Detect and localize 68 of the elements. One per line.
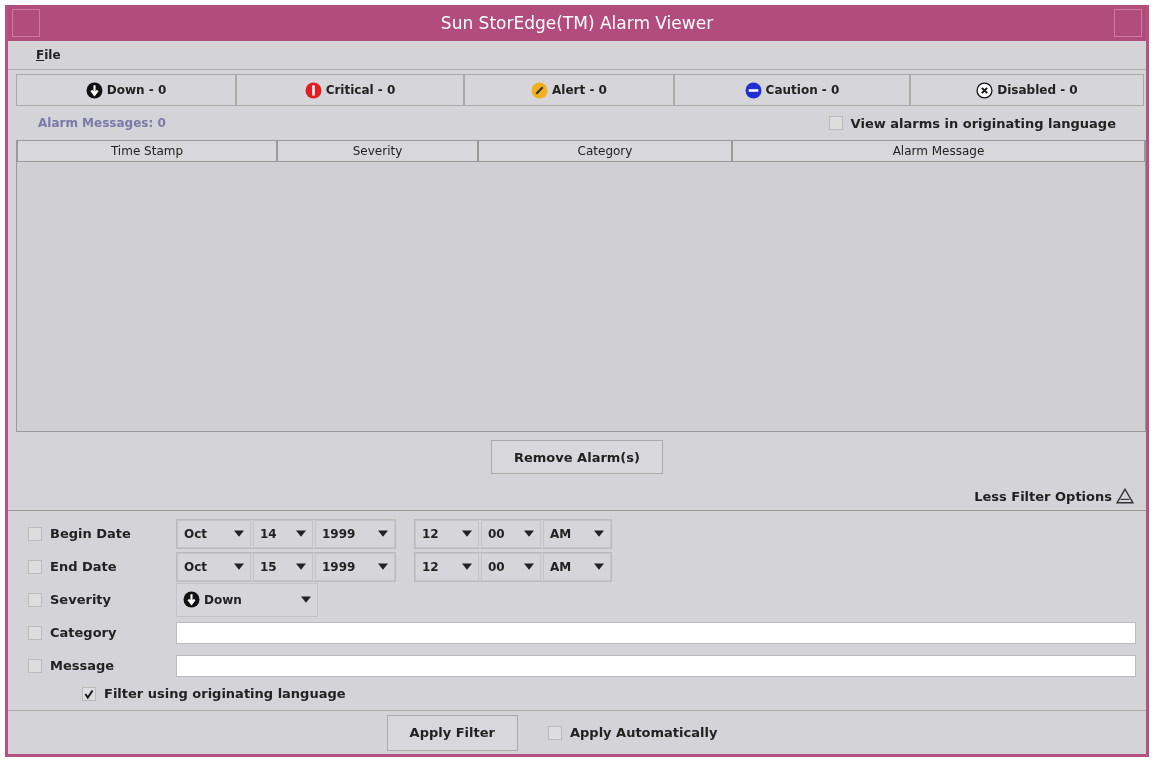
minus-icon	[744, 81, 762, 99]
checkbox[interactable]	[547, 725, 562, 740]
filter-label: Begin Date	[50, 526, 132, 541]
filter-label: Severity	[50, 592, 113, 607]
dropdown[interactable]: 12	[415, 552, 479, 581]
less-options-link[interactable]: Less Filter Options	[974, 488, 1112, 504]
menu-item[interactable]: File	[32, 46, 65, 64]
remove-button[interactable]: Remove Alarm(s)	[491, 440, 663, 474]
caret-icon	[524, 530, 534, 537]
severity-button[interactable]: Down - 0	[16, 74, 236, 106]
input-field[interactable]	[176, 654, 1136, 677]
filter-label: End Date	[50, 559, 118, 574]
down-icon	[183, 591, 200, 608]
checkbox[interactable]	[28, 559, 42, 574]
alarm-count: Alarm Messages: 0	[38, 116, 166, 130]
severity-button[interactable]: Critical - 0	[236, 74, 464, 106]
caret-icon	[378, 530, 388, 537]
caret-icon	[524, 563, 534, 570]
window-title: Sun StorEdge(TM) Alarm Viewer	[439, 13, 715, 33]
checkbox-label: View alarms in originating language	[850, 115, 1116, 131]
caret-icon	[296, 563, 306, 570]
dropdown[interactable]: 00	[481, 519, 541, 548]
apply-filter-button[interactable]: Apply Filter	[386, 714, 518, 751]
caret-icon	[594, 530, 604, 537]
severity-button[interactable]: Disabled - 0	[910, 74, 1144, 106]
dropdown[interactable]: 1999	[315, 552, 395, 581]
dropdown[interactable]: AM	[543, 552, 611, 581]
column-header[interactable]: Severity	[277, 141, 478, 162]
checkbox[interactable]	[828, 116, 843, 130]
input-field[interactable]	[176, 621, 1136, 644]
dropdown[interactable]: 12	[415, 519, 479, 548]
checkbox[interactable]	[28, 592, 42, 607]
checkbox[interactable]	[82, 686, 96, 701]
pencil-icon	[531, 81, 549, 99]
down-icon	[85, 81, 103, 99]
caret-icon	[462, 530, 472, 537]
filter-label: Category	[50, 625, 118, 640]
caret-icon	[234, 563, 244, 570]
severity-button[interactable]: Caution - 0	[674, 74, 910, 106]
maximize-button[interactable]	[1114, 9, 1142, 37]
dropdown[interactable]: Oct	[177, 552, 251, 581]
column-header[interactable]: Category	[478, 141, 732, 162]
checkbox[interactable]	[28, 526, 42, 541]
caret-icon	[378, 563, 388, 570]
filter-label: Message	[50, 658, 116, 673]
dropdown[interactable]: 00	[481, 552, 541, 581]
dropdown[interactable]: 15	[253, 552, 313, 581]
column-header[interactable]: Time Stamp	[17, 141, 277, 162]
caret-icon	[462, 563, 472, 570]
checkbox-label: Filter using originating language	[104, 686, 346, 701]
caret-icon	[594, 563, 604, 570]
severity-dropdown[interactable]: Down	[176, 582, 318, 617]
exclamation-icon	[304, 81, 322, 99]
dropdown[interactable]: 14	[253, 519, 313, 548]
checkbox[interactable]	[28, 625, 42, 640]
dropdown[interactable]: Oct	[177, 519, 251, 548]
triangle-icon[interactable]	[1116, 488, 1134, 504]
severity-button[interactable]: Alert - 0	[464, 74, 674, 106]
checkbox[interactable]	[28, 658, 42, 673]
dropdown[interactable]: 1999	[315, 519, 395, 548]
checkbox-label: Apply Automatically	[569, 725, 718, 740]
column-header[interactable]: Alarm Message	[732, 141, 1145, 162]
caret-icon	[301, 596, 311, 603]
dropdown[interactable]: AM	[543, 519, 611, 548]
x-icon	[976, 81, 994, 99]
caret-icon	[234, 530, 244, 537]
caret-icon	[296, 530, 306, 537]
window-menu-button[interactable]	[12, 9, 40, 37]
